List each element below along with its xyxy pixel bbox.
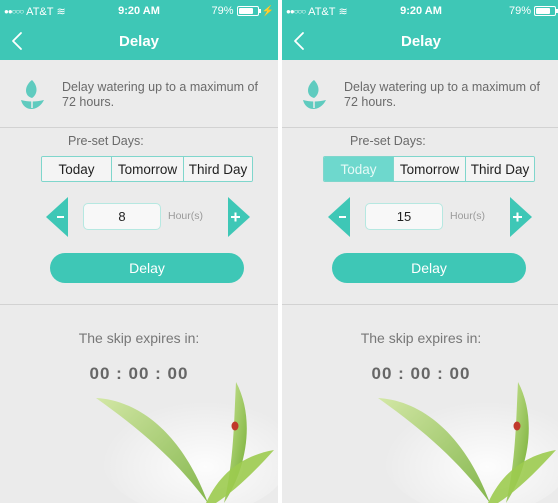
hours-unit-label: Hour(s) xyxy=(450,210,486,222)
hours-stepper: 15 Hour(s) xyxy=(328,197,532,237)
phone-screen-left: ●●○○○ AT&T ≋ 9:20 AM 79% ⚡ Delay Delay wat… xyxy=(0,0,278,503)
description-section: Delay watering up to a maximum of 72 hou… xyxy=(282,60,558,128)
charging-bolt-icon: ⚡ xyxy=(261,5,274,17)
preset-third-day-button[interactable]: Third Day xyxy=(466,157,534,181)
preset-third-day-button[interactable]: Third Day xyxy=(184,157,252,181)
preset-today-button[interactable]: Today xyxy=(324,157,394,181)
preset-days-selector: Today Tomorrow Third Day xyxy=(41,156,253,182)
decrease-hours-button[interactable] xyxy=(328,197,350,237)
preset-days-label: Pre-set Days: xyxy=(68,134,144,148)
plant-illustration xyxy=(378,382,558,503)
battery-status: 79% xyxy=(508,5,558,17)
preset-tomorrow-button[interactable]: Tomorrow xyxy=(394,157,466,181)
increase-hours-button[interactable] xyxy=(228,197,250,237)
battery-percent: 79% xyxy=(211,5,234,17)
delay-description: Delay watering up to a maximum of 72 hou… xyxy=(62,80,258,109)
delay-button[interactable]: Delay xyxy=(50,253,244,283)
screenshot-pair: ●●○○○ AT&T ≋ 9:20 AM 79% ⚡ Delay Delay wat… xyxy=(0,0,558,503)
hours-stepper: 8 Hour(s) xyxy=(46,197,250,237)
preset-tomorrow-button[interactable]: Tomorrow xyxy=(112,157,184,181)
description-section: Delay watering up to a maximum of 72 hou… xyxy=(0,60,278,128)
preset-days-label: Pre-set Days: xyxy=(350,134,426,148)
delay-description: Delay watering up to a maximum of 72 hou… xyxy=(344,80,540,109)
section-divider xyxy=(282,304,558,305)
page-title: Delay xyxy=(400,33,442,50)
phone-screen-right: ●●○○○ AT&T ≋ 9:20 AM 79% Delay Delay water… xyxy=(282,0,558,503)
page-title: Delay xyxy=(118,33,160,50)
leaf-icon xyxy=(303,80,326,109)
section-divider xyxy=(0,304,278,305)
delay-button[interactable]: Delay xyxy=(332,253,526,283)
navigation-bar: Delay xyxy=(0,22,278,60)
plant-illustration xyxy=(96,382,278,503)
battery-percent: 79% xyxy=(508,5,531,17)
battery-icon xyxy=(534,6,558,16)
hours-unit-label: Hour(s) xyxy=(168,210,204,222)
preset-days-selector: Today Tomorrow Third Day xyxy=(323,156,535,182)
battery-icon xyxy=(236,6,261,16)
skip-expires-label: The skip expires in: xyxy=(78,330,200,346)
navigation-bar: Delay xyxy=(282,22,558,60)
increase-hours-button[interactable] xyxy=(510,197,532,237)
skip-expires-label: The skip expires in: xyxy=(360,330,482,346)
decrease-hours-button[interactable] xyxy=(46,197,68,237)
hours-input[interactable]: 8 xyxy=(83,203,161,230)
hours-input[interactable]: 15 xyxy=(365,203,443,230)
status-bar: ●●○○○ AT&T ≋ 9:20 AM 79% xyxy=(282,0,558,22)
leaf-icon xyxy=(21,80,44,109)
status-bar: ●●○○○ AT&T ≋ 9:20 AM 79% ⚡ xyxy=(0,0,278,22)
preset-today-button[interactable]: Today xyxy=(42,157,112,181)
battery-status: 79% ⚡ xyxy=(212,5,274,17)
